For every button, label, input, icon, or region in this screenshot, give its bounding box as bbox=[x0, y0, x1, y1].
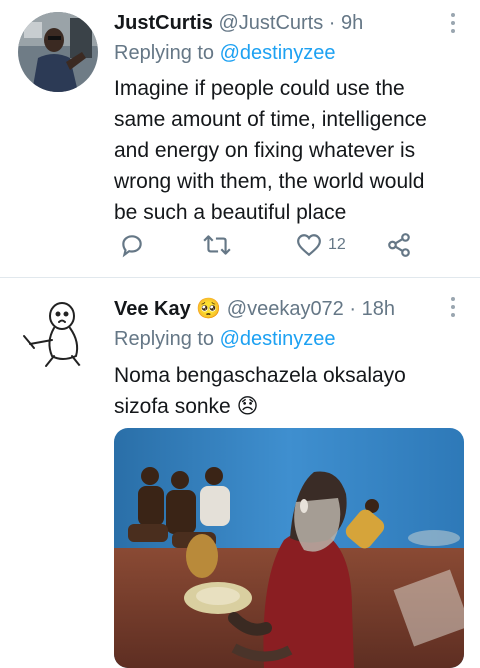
reply-button[interactable] bbox=[119, 232, 145, 258]
tweet-text-line: and energy on fixing whatever is bbox=[114, 139, 416, 162]
tweet-header: JustCurtis @JustCurts · 9h bbox=[114, 12, 363, 35]
disappointed-face-emoji: 😞 bbox=[236, 395, 259, 418]
replying-to-label: Replying to bbox=[114, 42, 215, 64]
tweet-text-line: Noma bengaschazela oksalayo bbox=[114, 364, 406, 387]
tweet-text: Noma bengaschazela oksalayo sizofa sonke… bbox=[114, 360, 406, 422]
tweet-text-line: be such a beautiful place bbox=[114, 201, 347, 224]
tweet-text-line: wrong with them, the world would bbox=[114, 170, 425, 193]
tweet-time[interactable]: 18h bbox=[362, 298, 395, 320]
separator-dot: · bbox=[328, 12, 336, 34]
more-options-icon[interactable] bbox=[450, 297, 456, 321]
avatar-veekay[interactable] bbox=[18, 292, 98, 372]
pleading-face-emoji: 🥺 bbox=[196, 298, 222, 320]
tweet-actions: 12 bbox=[114, 232, 414, 262]
tweet-text-line: same amount of time, intelligence bbox=[114, 108, 427, 131]
retweet-icon bbox=[203, 235, 231, 255]
tweet-time[interactable]: 9h bbox=[341, 12, 363, 34]
replying-to-handle[interactable]: @destinyzee bbox=[220, 328, 336, 350]
like-button[interactable]: 12 bbox=[296, 232, 346, 258]
more-options-icon[interactable] bbox=[450, 13, 456, 37]
replying-to: Replying to @destinyzee bbox=[114, 42, 336, 65]
replying-to-handle[interactable]: @destinyzee bbox=[220, 42, 336, 64]
reply-icon bbox=[122, 235, 142, 258]
tweet-text-line: sizofa sonke bbox=[114, 395, 231, 418]
tweet-header: Vee Kay 🥺 @veekay072 · 18h bbox=[114, 296, 395, 321]
replying-to: Replying to @destinyzee bbox=[114, 328, 336, 351]
avatar-justcurtis[interactable] bbox=[18, 12, 98, 92]
display-name[interactable]: Vee Kay bbox=[114, 298, 191, 320]
tweet-justcurtis[interactable]: JustCurtis @JustCurts · 9h Replying to @… bbox=[0, 0, 480, 276]
share-button[interactable] bbox=[386, 232, 412, 258]
tweet-text: Imagine if people could use the same amo… bbox=[114, 73, 427, 228]
replying-to-label: Replying to bbox=[114, 328, 215, 350]
user-handle[interactable]: @JustCurts bbox=[218, 12, 323, 34]
tweet-media-photo[interactable] bbox=[114, 428, 464, 668]
tweet-text-line: Imagine if people could use the bbox=[114, 77, 405, 100]
like-count: 12 bbox=[328, 236, 346, 253]
separator-dot: · bbox=[349, 298, 357, 320]
share-icon bbox=[388, 233, 410, 257]
retweet-button[interactable] bbox=[202, 232, 232, 258]
display-name[interactable]: JustCurtis bbox=[114, 12, 213, 34]
user-handle[interactable]: @veekay072 bbox=[227, 298, 344, 320]
like-icon bbox=[297, 234, 321, 257]
